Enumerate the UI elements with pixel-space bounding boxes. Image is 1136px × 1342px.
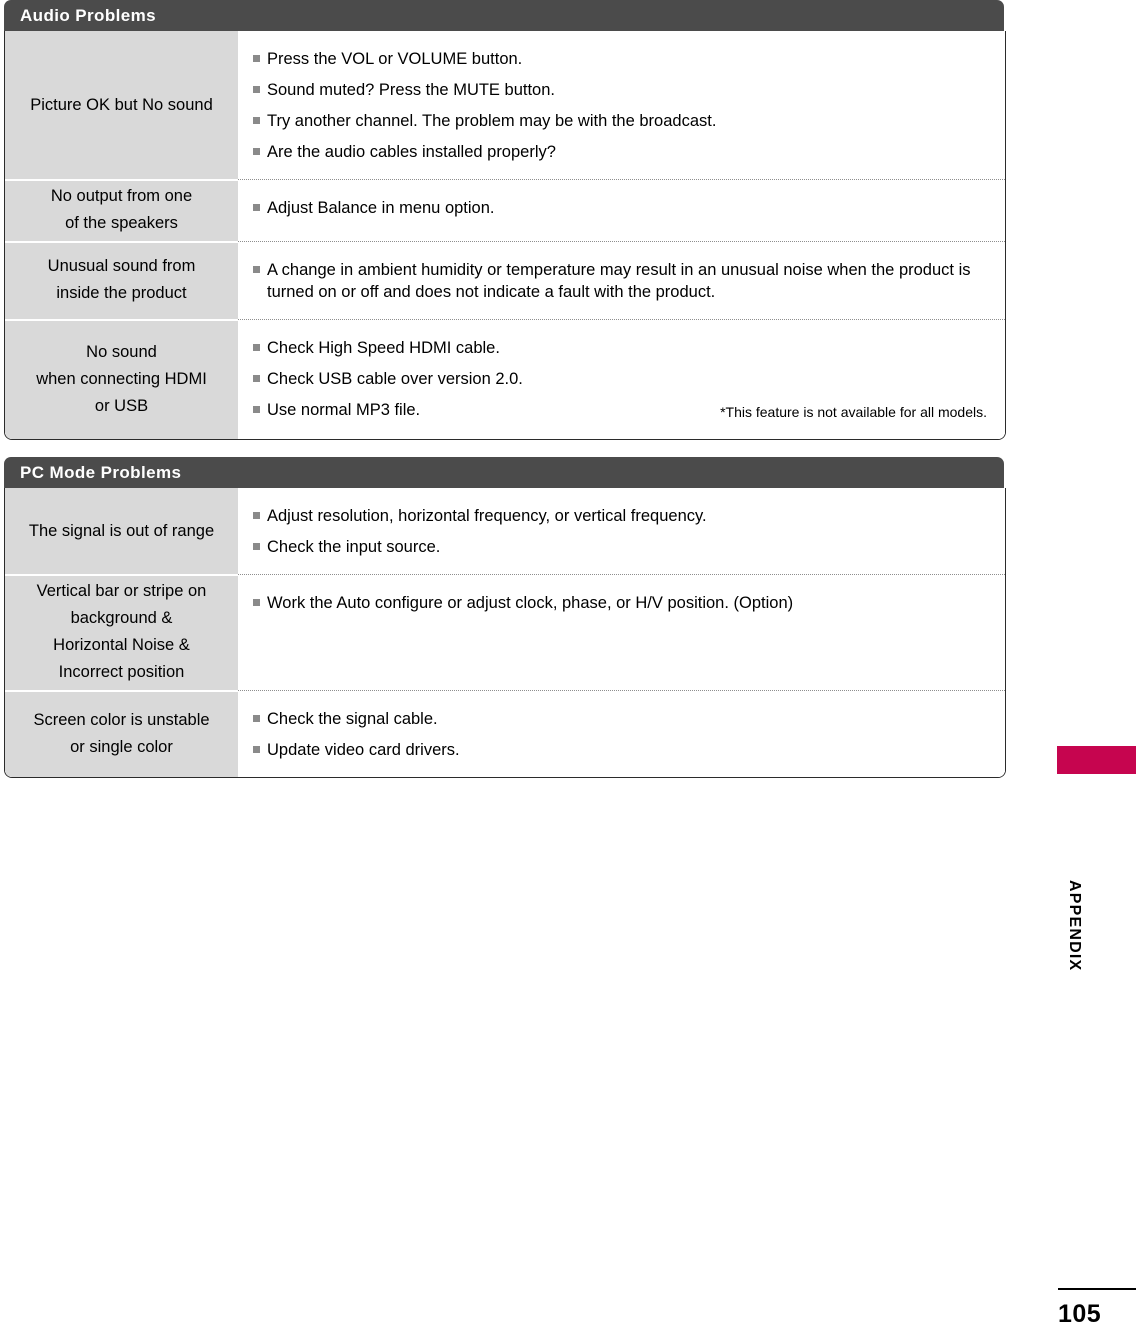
solution-cell: A change in ambient humidity or temperat…: [238, 241, 1005, 319]
solution-text: Check USB cable over version 2.0.: [267, 369, 523, 388]
square-bullet-icon: [253, 85, 260, 93]
square-bullet-icon: [253, 374, 260, 382]
solution-item: Are the audio cables installed properly?: [249, 136, 993, 167]
square-bullet-icon: [253, 745, 260, 753]
solution-item: Adjust resolution, horizontal frequency,…: [249, 500, 993, 531]
solution-item: Work the Auto configure or adjust clock,…: [249, 587, 993, 618]
page-number-rule: [1058, 1288, 1136, 1290]
solution-text: Check the input source.: [267, 537, 441, 556]
symptom-text: Picture OK but No sound: [30, 95, 213, 114]
table-row: No sound when connecting HDMI or USB Chec…: [5, 319, 1005, 439]
solution-cell: Press the VOL or VOLUME button. Sound mut…: [238, 31, 1005, 179]
square-bullet-icon: [253, 343, 260, 351]
symptom-text: Screen color is unstable or single color: [33, 710, 210, 756]
section-title: Audio Problems: [4, 0, 1004, 31]
troubleshooting-section: PC Mode Problems The signal is out of ran…: [4, 457, 1006, 778]
symptom-cell: Unusual sound from inside the product: [5, 241, 238, 319]
chapter-tab-marker: [1057, 746, 1136, 774]
troubleshooting-table: Picture OK but No sound Press the VOL or …: [4, 31, 1006, 440]
square-bullet-icon: [253, 54, 260, 62]
table-row: Picture OK but No sound Press the VOL or …: [5, 31, 1005, 179]
footnote-text: *This feature is not available for all m…: [720, 403, 987, 420]
table-row: Vertical bar or stripe on background & H…: [5, 574, 1005, 690]
symptom-text: No sound when connecting HDMI or USB: [36, 342, 207, 415]
solution-text: Try another channel. The problem may be …: [267, 111, 717, 130]
square-bullet-icon: [253, 511, 260, 519]
solution-cell: Adjust Balance in menu option.: [238, 179, 1005, 241]
square-bullet-icon: [253, 147, 260, 155]
solution-cell: Adjust resolution, horizontal frequency,…: [238, 488, 1005, 574]
solution-text: Work the Auto configure or adjust clock,…: [267, 593, 794, 612]
solution-text: A change in ambient humidity or temperat…: [267, 260, 971, 301]
symptom-cell: The signal is out of range: [5, 488, 238, 574]
chapter-side-label: APPENDIX: [1066, 880, 1083, 972]
solution-item: Use normal MP3 file. *This feature is not…: [249, 394, 993, 427]
symptom-cell: No output from one of the speakers: [5, 179, 238, 241]
square-bullet-icon: [253, 116, 260, 124]
symptom-text: Vertical bar or stripe on background & H…: [36, 582, 207, 681]
solution-item: Check USB cable over version 2.0.: [249, 363, 993, 394]
solution-text: Adjust resolution, horizontal frequency,…: [267, 506, 707, 525]
square-bullet-icon: [253, 542, 260, 550]
symptom-cell: Picture OK but No sound: [5, 31, 238, 179]
troubleshooting-table: The signal is out of range Adjust resolut…: [4, 488, 1006, 778]
symptom-text: Unusual sound from inside the product: [47, 257, 196, 302]
solution-item: Press the VOL or VOLUME button.: [249, 43, 993, 74]
solution-item: Try another channel. The problem may be …: [249, 105, 993, 136]
solution-cell: Work the Auto configure or adjust clock,…: [238, 574, 1005, 690]
solution-item: Update video card drivers.: [249, 734, 993, 765]
symptom-cell: Vertical bar or stripe on background & H…: [5, 574, 238, 690]
symptom-text: The signal is out of range: [28, 521, 215, 540]
solution-text: Adjust Balance in menu option.: [267, 198, 495, 217]
square-bullet-icon: [253, 265, 260, 273]
solution-item: Check the input source.: [249, 531, 993, 562]
solution-text: Check the signal cable.: [267, 709, 438, 728]
solution-item: A change in ambient humidity or temperat…: [249, 254, 993, 307]
table-row: The signal is out of range Adjust resolut…: [5, 488, 1005, 574]
solution-text: Update video card drivers.: [267, 740, 460, 759]
symptom-cell: Screen color is unstable or single color: [5, 690, 238, 777]
solution-text: Press the VOL or VOLUME button.: [267, 49, 523, 68]
table-row: No output from one of the speakers Adjust…: [5, 179, 1005, 241]
solution-item: Adjust Balance in menu option.: [249, 192, 993, 223]
solution-text: Check High Speed HDMI cable.: [267, 338, 500, 357]
square-bullet-icon: [253, 203, 260, 211]
solution-text: Sound muted? Press the MUTE button.: [267, 80, 555, 99]
solution-cell: Check High Speed HDMI cable. Check USB ca…: [238, 319, 1005, 439]
page-number: 105: [1058, 1300, 1102, 1328]
solution-item: Check the signal cable.: [249, 703, 993, 734]
square-bullet-icon: [253, 598, 260, 606]
symptom-text: No output from one of the speakers: [50, 187, 193, 232]
page-body: Audio Problems Picture OK but No sound Pre…: [4, 0, 1006, 795]
solution-text: Are the audio cables installed properly?: [267, 142, 556, 161]
solution-item: Sound muted? Press the MUTE button.: [249, 74, 993, 105]
solution-item: Check High Speed HDMI cable.: [249, 332, 993, 363]
symptom-cell: No sound when connecting HDMI or USB: [5, 319, 238, 439]
table-row: Unusual sound from inside the product A c…: [5, 241, 1005, 319]
troubleshooting-section: Audio Problems Picture OK but No sound Pre…: [4, 0, 1006, 440]
solution-text: Use normal MP3 file.: [267, 400, 421, 419]
table-row: Screen color is unstable or single color…: [5, 690, 1005, 777]
square-bullet-icon: [253, 714, 260, 722]
section-title: PC Mode Problems: [4, 457, 1004, 488]
solution-cell: Check the signal cable. Update video card…: [238, 690, 1005, 777]
square-bullet-icon: [253, 405, 260, 413]
